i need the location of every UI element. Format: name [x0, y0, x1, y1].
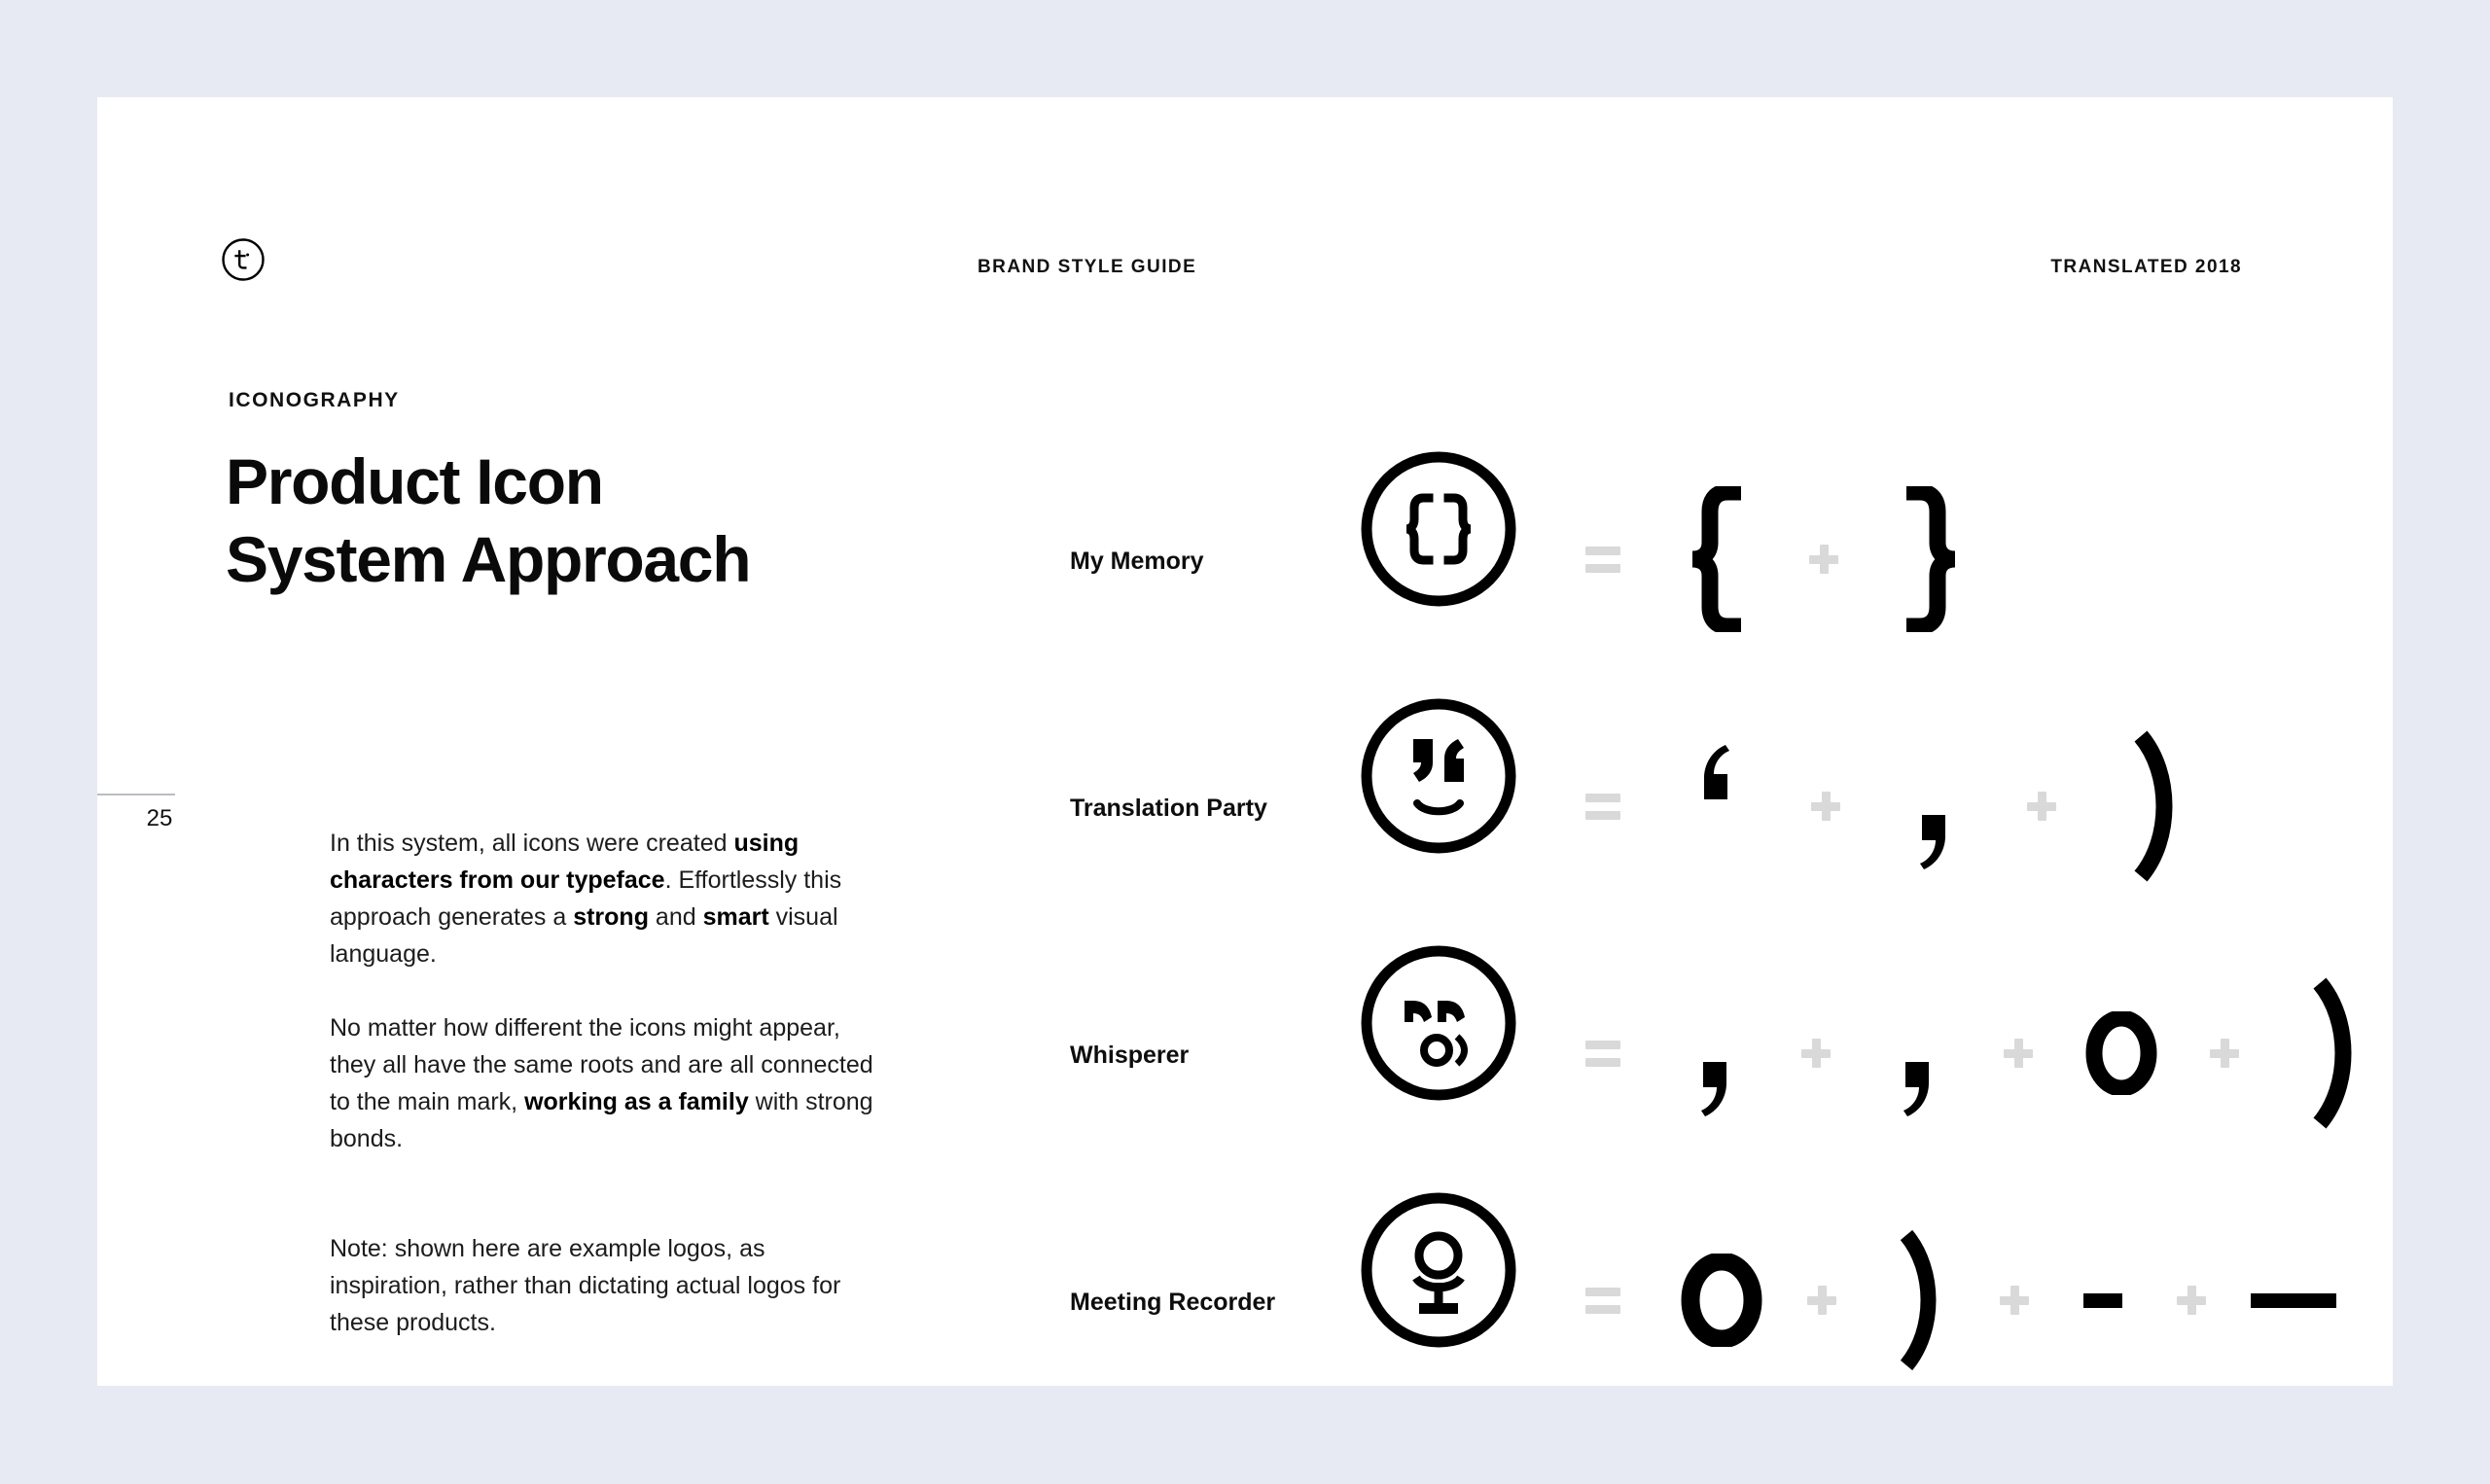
icon-formula: [1585, 438, 1973, 681]
lowercase-o-glyph: [2080, 1011, 2163, 1095]
icon-row-label: My Memory: [1070, 548, 1204, 575]
plus-operator: [2000, 1286, 2029, 1315]
plus-operator: [1801, 1039, 1831, 1068]
equals-operator: [1585, 1040, 1620, 1067]
icon-formula: [1585, 685, 2200, 928]
plus-operator: [1809, 545, 1838, 574]
comma-glyph: [1675, 1042, 1755, 1120]
text-run: and: [648, 903, 703, 931]
icon-row-whisperer: Whisperer: [1070, 932, 2393, 1175]
body-paragraph-note: Note: shown here are example logos, as i…: [330, 1235, 841, 1336]
page-number: 25: [146, 805, 173, 831]
right-paren-glyph: [2107, 728, 2200, 884]
circle-smiley-quotes-icon: [1357, 694, 1520, 858]
circle-microphone-icon: [1357, 1188, 1520, 1352]
hyphen-glyph: [2068, 1290, 2138, 1310]
text-run-bold: smart: [702, 903, 769, 931]
text-run-bold: strong: [573, 903, 649, 931]
comma-glyph: [1877, 1042, 1957, 1120]
left-quote-glyph: [1675, 741, 1761, 819]
icon-row-my-memory: My Memory: [1070, 438, 2393, 681]
section-eyebrow: ICONOGRAPHY: [229, 389, 400, 411]
running-head-right: TRANSLATED 2018: [2050, 257, 2242, 277]
running-head-center: BRAND STYLE GUIDE: [978, 257, 1197, 277]
em-dash-glyph: [2245, 1290, 2342, 1310]
body-paragraph-1: In this system, all icons were created u…: [330, 825, 874, 972]
right-brace-glyph: [1885, 486, 1973, 632]
icon-formula: [1585, 932, 2379, 1175]
equals-operator: [1585, 546, 1620, 573]
icon-row-label: Meeting Recorder: [1070, 1289, 1276, 1316]
right-paren-glyph: [2286, 975, 2379, 1131]
equals-operator: [1585, 793, 1620, 820]
plus-operator: [2210, 1039, 2239, 1068]
page-title: Product Icon System Approach: [226, 442, 926, 598]
icon-row-label: Whisperer: [1070, 1042, 1190, 1069]
plus-operator: [2004, 1039, 2033, 1068]
body-paragraph-2: No matter how different the icons might …: [330, 1009, 874, 1157]
lowercase-o-glyph: [1675, 1254, 1768, 1347]
text-run-bold: working as a family: [524, 1088, 749, 1115]
left-brace-glyph: [1675, 486, 1762, 632]
icon-row-translation-party: Translation Party: [1070, 685, 2393, 928]
circle-braces-icon: [1357, 447, 1520, 611]
translated-logo-icon: [222, 238, 265, 281]
right-paren-glyph: [1875, 1227, 1961, 1373]
plus-operator: [1811, 792, 1840, 821]
circle-whisper-face-icon: [1357, 941, 1520, 1105]
plus-operator: [1807, 1286, 1836, 1315]
icon-row-meeting-recorder: Meeting Recorder: [1070, 1179, 2393, 1422]
page-title-line-1: Product Icon: [226, 445, 604, 517]
plus-operator: [2027, 792, 2056, 821]
text-run: In this system, all icons were created: [330, 830, 734, 857]
page-sheet: BRAND STYLE GUIDE TRANSLATED 2018 ICONOG…: [97, 97, 2393, 1386]
equals-operator: [1585, 1287, 1620, 1314]
page-title-line-2: System Approach: [226, 523, 752, 595]
comma-glyph: [1891, 795, 1976, 873]
plus-operator: [2177, 1286, 2206, 1315]
icon-row-label: Translation Party: [1070, 795, 1267, 822]
icon-formula: [1585, 1179, 2342, 1422]
page-number-rule: [97, 794, 175, 795]
